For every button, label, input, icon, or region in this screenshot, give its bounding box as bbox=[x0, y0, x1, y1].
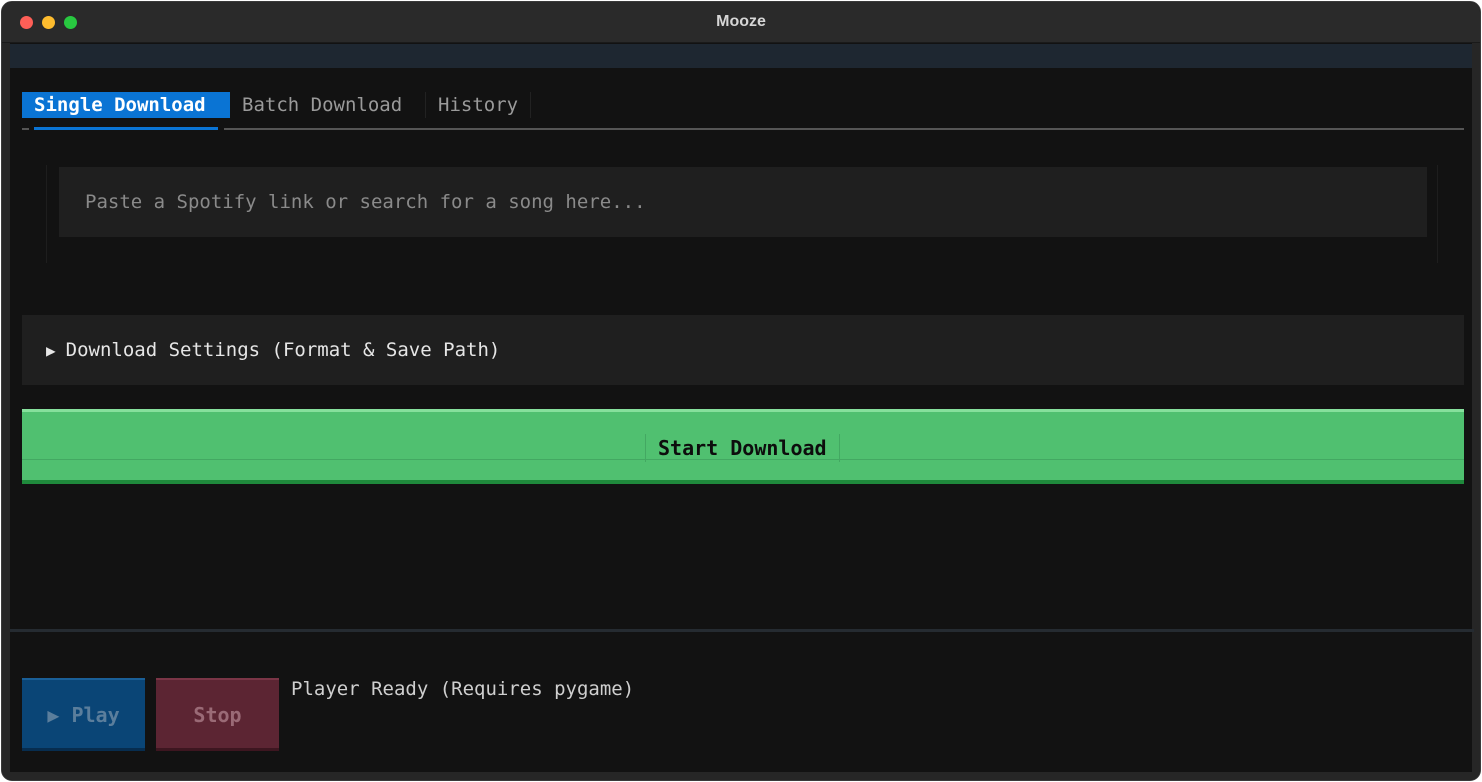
start-download-label: Start Download bbox=[645, 434, 840, 462]
search-input[interactable] bbox=[59, 167, 1427, 237]
stop-button[interactable]: Stop bbox=[156, 678, 279, 751]
play-button[interactable]: ▶ Play bbox=[22, 678, 145, 751]
tab-bar-divider-left bbox=[22, 128, 29, 130]
frame-edge-right bbox=[1472, 43, 1480, 780]
active-tab-indicator bbox=[34, 127, 218, 130]
player-status-text: Player Ready (Requires pygame) bbox=[291, 678, 635, 700]
search-container bbox=[46, 165, 1438, 263]
window-title: Mooze bbox=[716, 13, 766, 30]
frame-edge-bottom bbox=[2, 772, 1480, 780]
tab-bar-divider bbox=[224, 128, 1464, 130]
app-window: Mooze Single Download Batch Download His… bbox=[1, 1, 1481, 781]
frame-edge-left bbox=[2, 43, 10, 780]
download-settings-toggle[interactable]: ▶ Download Settings (Format & Save Path) bbox=[22, 315, 1464, 385]
download-settings-label: Download Settings (Format & Save Path) bbox=[65, 339, 501, 361]
expand-arrow-icon: ▶ bbox=[46, 341, 56, 360]
title-bar[interactable]: Mooze bbox=[2, 2, 1480, 43]
tab-single-download[interactable]: Single Download bbox=[22, 92, 230, 118]
tab-batch-download[interactable]: Batch Download bbox=[230, 92, 414, 118]
start-download-button[interactable]: Start Download bbox=[22, 409, 1464, 484]
player-separator bbox=[10, 629, 1474, 632]
tab-history[interactable]: History bbox=[425, 92, 532, 118]
toolbar-strip bbox=[10, 44, 1474, 68]
